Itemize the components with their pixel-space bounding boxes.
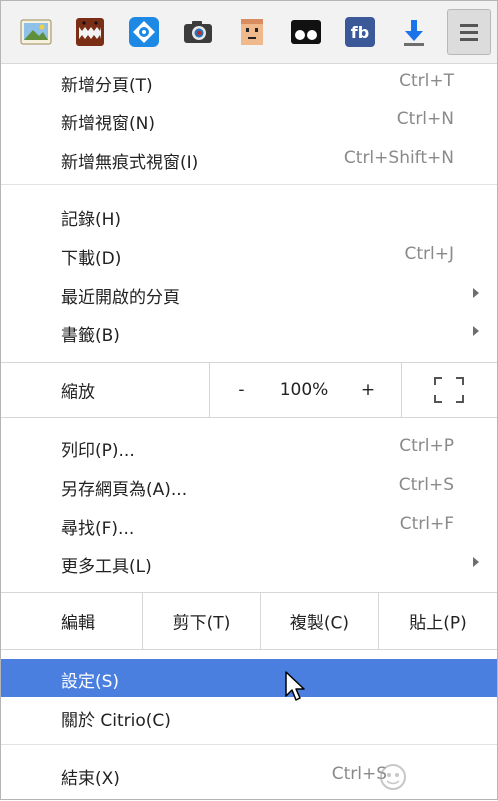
menu-item-label: 記錄(H)	[61, 210, 122, 230]
menu-item-about[interactable]: 關於 Citrio(C)	[1, 698, 497, 736]
download-icon[interactable]	[397, 15, 431, 49]
zoom-level: 100%	[273, 363, 335, 417]
menu-item-label: 新增無痕式視窗(I)	[61, 153, 199, 173]
shortcut-label: Ctrl+J	[404, 244, 454, 264]
mouse-cursor-icon	[285, 671, 305, 701]
menu-item-label: 結束(X)	[61, 769, 120, 789]
menu-item-more-tools[interactable]: 更多工具(L)	[1, 544, 497, 582]
submenu-arrow-icon	[473, 288, 479, 298]
fb-icon[interactable]: fb	[343, 15, 377, 49]
menu-item-label: 設定(S)	[61, 672, 120, 692]
menu-item-find[interactable]: 尋找(F)... Ctrl+F	[1, 506, 497, 544]
fb-icon-text: fb	[351, 23, 369, 42]
camera-icon[interactable]	[181, 15, 215, 49]
fullscreen-icon	[434, 377, 464, 403]
zoom-in-label: +	[360, 380, 376, 400]
menu-item-new-incognito-window[interactable]: 新增無痕式視窗(I) Ctrl+Shift+N	[1, 140, 497, 178]
submenu-arrow-icon	[473, 557, 479, 567]
menu-separator	[1, 184, 497, 185]
shortcut-label: Ctrl+Shift+N	[343, 148, 454, 168]
zoom-row: 縮放 - 100% +	[1, 362, 497, 418]
edit-label: 編輯	[61, 613, 95, 634]
zoom-out-label: -	[238, 380, 245, 400]
zoom-value: 100%	[279, 380, 329, 400]
dots-icon[interactable]	[289, 15, 323, 49]
shortcut-label: Ctrl+F	[399, 514, 454, 534]
menu-item-bookmarks[interactable]: 書籤(B)	[1, 313, 497, 351]
menu-item-history[interactable]: 記錄(H)	[1, 197, 497, 235]
menu-item-new-window[interactable]: 新增視窗(N) Ctrl+N	[1, 101, 497, 139]
shortcut-label: Ctrl+S	[398, 475, 454, 495]
menu-item-label: 最近開啟的分頁	[61, 288, 180, 308]
menu-item-save-page-as[interactable]: 另存網頁為(A)... Ctrl+S	[1, 467, 497, 505]
watermark-logo	[377, 761, 487, 797]
menu-item-label: 尋找(F)...	[61, 519, 135, 539]
paste-label: 貼上(P)	[409, 613, 467, 634]
domo-icon[interactable]	[73, 15, 107, 49]
menu-item-print[interactable]: 列印(P)... Ctrl+P	[1, 428, 497, 466]
submenu-arrow-icon	[473, 326, 479, 336]
paste-button[interactable]: 貼上(P)	[378, 593, 497, 649]
menu-item-recent-tabs[interactable]: 最近開啟的分頁	[1, 275, 497, 313]
copy-label: 複製(C)	[289, 613, 350, 634]
zoom-in-button[interactable]: +	[335, 363, 401, 417]
browser-menu-window: fb 新增分頁(T) Ctrl+T 新增視窗(N) Ctrl+N 新增無痕式視窗…	[0, 0, 498, 800]
zoom-label: 縮放	[61, 382, 95, 403]
extension-toolbar: fb	[1, 1, 497, 64]
blue-shield-icon[interactable]	[127, 15, 161, 49]
menu-item-label: 書籤(B)	[61, 326, 120, 346]
menu-item-label: 新增分頁(T)	[61, 76, 153, 96]
cut-label: 剪下(T)	[172, 613, 231, 634]
menu-item-new-tab[interactable]: 新增分頁(T) Ctrl+T	[1, 63, 497, 101]
menu-separator	[1, 744, 497, 745]
menu-item-label: 新增視窗(N)	[61, 114, 155, 134]
shortcut-label: Ctrl+N	[396, 109, 454, 129]
menu-item-label: 關於 Citrio(C)	[61, 711, 171, 731]
fullscreen-button[interactable]	[401, 363, 497, 417]
shortcut-label: Ctrl+T	[399, 71, 454, 91]
image-icon[interactable]	[19, 15, 53, 49]
zoom-out-button[interactable]: -	[209, 363, 273, 417]
shortcut-label: Ctrl+P	[399, 436, 454, 456]
menu-item-downloads[interactable]: 下載(D) Ctrl+J	[1, 236, 497, 274]
copy-button[interactable]: 複製(C)	[260, 593, 378, 649]
menu-item-label: 更多工具(L)	[61, 557, 152, 577]
menu-item-settings[interactable]: 設定(S)	[1, 659, 497, 697]
menu-item-label: 列印(P)...	[61, 441, 135, 461]
edit-row: 編輯 剪下(T) 複製(C) 貼上(P)	[1, 592, 497, 650]
menu-item-label: 下載(D)	[61, 249, 122, 269]
face-icon[interactable]	[235, 15, 269, 49]
menu-item-label: 另存網頁為(A)...	[61, 480, 188, 500]
hamburger-menu-icon[interactable]	[447, 9, 491, 55]
cut-button[interactable]: 剪下(T)	[142, 593, 260, 649]
